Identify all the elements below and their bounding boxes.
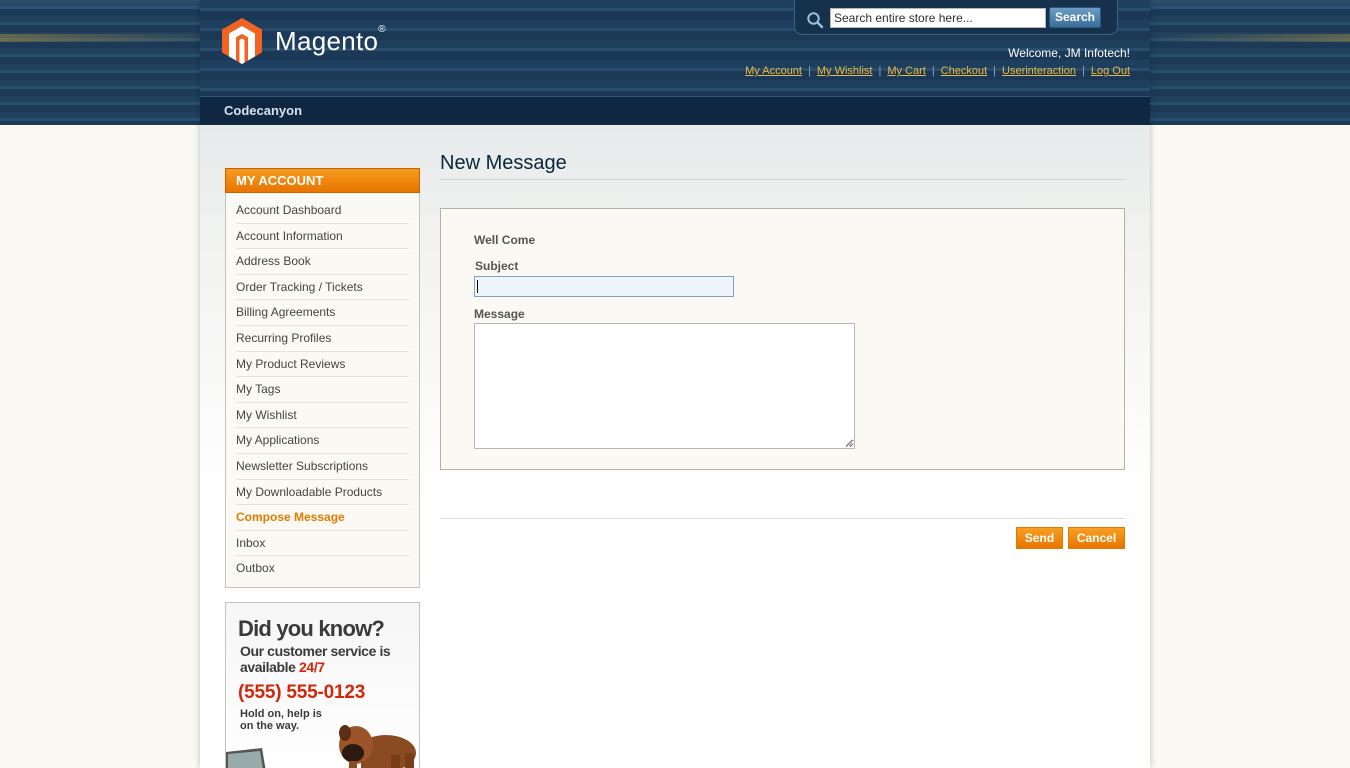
sidebar-item-recurring-profiles[interactable]: Recurring Profiles (236, 326, 409, 352)
laptop-image (226, 747, 266, 768)
sidebar-item-account-information[interactable]: Account Information (236, 224, 409, 250)
link-separator: | (931, 65, 935, 77)
link-separator: | (878, 65, 882, 77)
my-account-title: MY ACCOUNT (225, 168, 420, 193)
link-my-wishlist[interactable]: My Wishlist (817, 65, 873, 77)
customer-service-banner[interactable]: Did you know? Our customer service is av… (225, 601, 420, 768)
link-my-account[interactable]: My Account (745, 65, 802, 77)
link-separator: | (993, 65, 997, 77)
message-form: Well Come Subject Message (440, 208, 1125, 470)
link-separator: | (1082, 65, 1085, 77)
message-label: Message (474, 307, 525, 321)
logo-text: Magento® (275, 23, 386, 56)
banner-highlight: 24/7 (299, 658, 325, 675)
account-nav-list: Account Dashboard Account Information Ad… (225, 193, 420, 588)
main-area: MY ACCOUNT Account Dashboard Account Inf… (200, 125, 1150, 768)
sidebar: MY ACCOUNT Account Dashboard Account Inf… (225, 168, 420, 768)
page-title: New Message (440, 152, 1125, 180)
banner-title: Did you know? (238, 615, 385, 641)
welcome-message: Welcome, JM Infotech! (1008, 46, 1130, 60)
search-input[interactable] (830, 8, 1046, 28)
nav-item-codecanyon[interactable]: Codecanyon (224, 103, 302, 118)
nav-bar: Codecanyon (200, 96, 1150, 125)
banner-small-text: Hold on, help is on the way. (240, 707, 322, 732)
banner-line2: available (240, 658, 300, 675)
banner-subtitle: Our customer service is available 24/7 (240, 643, 410, 675)
sidebar-item-newsletter[interactable]: Newsletter Subscriptions (236, 454, 409, 480)
header-stripe (1150, 34, 1350, 42)
compose-content: New Message Well Come Subject Message Se… (440, 152, 1125, 558)
search-button[interactable]: Search (1049, 7, 1101, 28)
link-log-out[interactable]: Log Out (1091, 65, 1130, 77)
sidebar-item-my-tags[interactable]: My Tags (236, 377, 409, 403)
sidebar-item-compose-message: Compose Message (236, 505, 409, 531)
form-greeting: Well Come (474, 233, 536, 247)
link-separator: | (807, 65, 811, 77)
message-textarea[interactable] (474, 323, 855, 449)
sidebar-item-my-applications[interactable]: My Applications (236, 428, 409, 454)
resize-grip-icon[interactable] (843, 437, 853, 447)
link-my-cart[interactable]: My Cart (887, 65, 926, 77)
sidebar-item-my-wishlist[interactable]: My Wishlist (236, 403, 409, 429)
logo-reg-mark: ® (378, 23, 386, 35)
header-links: My Account | My Wishlist | My Cart | Che… (745, 65, 1130, 77)
send-button[interactable]: Send (1016, 527, 1063, 549)
sidebar-item-order-tracking[interactable]: Order Tracking / Tickets (236, 275, 409, 301)
link-checkout[interactable]: Checkout (941, 65, 987, 77)
page-wrapper: Magento® Search Welcome, JM Infotech! My… (200, 0, 1150, 768)
subject-input[interactable] (474, 276, 734, 297)
dog-image (339, 724, 416, 768)
logo[interactable]: Magento® (222, 18, 386, 64)
search-icon (807, 12, 824, 29)
magento-logo-icon (222, 18, 262, 64)
link-userinteraction[interactable]: Userinteraction (1002, 65, 1076, 77)
search-box: Search (794, 0, 1118, 35)
sidebar-item-address-book[interactable]: Address Book (236, 249, 409, 275)
sidebar-item-inbox[interactable]: Inbox (236, 531, 409, 557)
cancel-button[interactable]: Cancel (1068, 527, 1125, 549)
banner-phone: (555) 555-0123 (238, 681, 366, 703)
sidebar-item-downloadable-products[interactable]: My Downloadable Products (236, 480, 409, 506)
banner-line1: Our customer service is (240, 642, 391, 659)
subject-label: Subject (475, 259, 519, 273)
sidebar-item-product-reviews[interactable]: My Product Reviews (236, 352, 409, 378)
form-buttons: Send Cancel (440, 518, 1125, 558)
sidebar-item-account-dashboard[interactable]: Account Dashboard (236, 198, 409, 224)
sidebar-item-billing-agreements[interactable]: Billing Agreements (236, 300, 409, 326)
header: Magento® Search Welcome, JM Infotech! My… (200, 0, 1150, 96)
text-caret (477, 280, 478, 293)
sidebar-item-outbox[interactable]: Outbox (236, 556, 409, 582)
